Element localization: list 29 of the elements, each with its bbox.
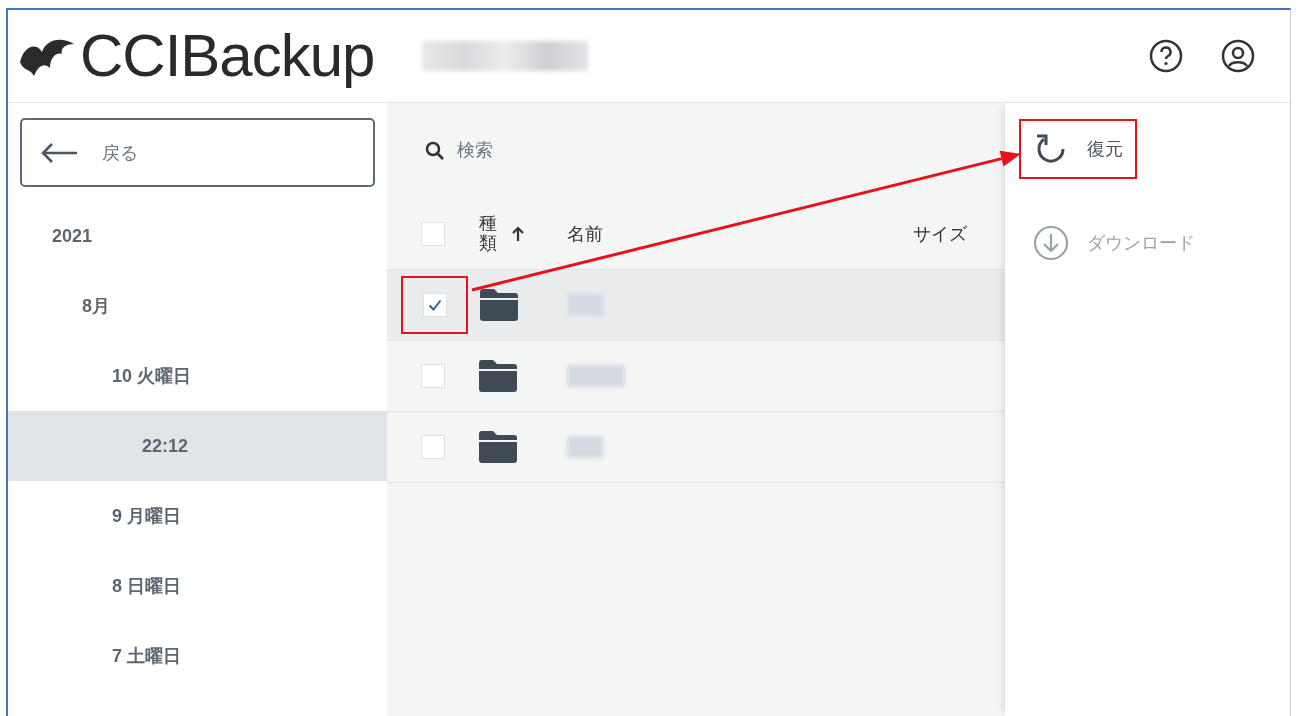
restore-button[interactable]: 復元 <box>1021 121 1135 177</box>
blurred-text <box>567 365 625 387</box>
tree-item[interactable]: 9 月曜日 <box>8 481 387 551</box>
column-header[interactable]: 名前 <box>567 223 603 244</box>
column-header[interactable]: サイズ <box>913 223 967 244</box>
help-icon[interactable] <box>1148 38 1184 74</box>
back-arrow-icon <box>40 141 78 164</box>
tree-item[interactable]: 8月 <box>8 271 387 341</box>
logo-text: CCIBackup <box>80 26 375 86</box>
tree-item[interactable]: 8 日曜日 <box>8 551 387 621</box>
tree-item[interactable]: 10 火曜日 <box>8 341 387 411</box>
tree-item[interactable]: 7 土曜日 <box>8 621 387 691</box>
search-field[interactable]: 検索 <box>455 139 655 162</box>
back-button[interactable]: 戻る <box>20 118 375 187</box>
row-checkbox[interactable] <box>421 364 445 388</box>
row-checkbox[interactable] <box>421 435 445 459</box>
check-icon <box>427 299 442 311</box>
folder-icon <box>479 431 517 463</box>
tree-item[interactable]: 2021 <box>8 201 387 271</box>
column-header[interactable]: 種類 <box>479 213 497 254</box>
download-icon <box>1033 225 1069 261</box>
row-checkbox[interactable] <box>422 293 447 317</box>
tree-item[interactable]: 22:12 <box>8 411 387 481</box>
blurred-text <box>567 436 603 458</box>
select-all-checkbox[interactable] <box>421 221 445 246</box>
folder-icon <box>480 289 518 321</box>
search-icon <box>425 140 445 161</box>
user-icon[interactable] <box>1220 38 1256 74</box>
folder-icon <box>479 360 517 392</box>
